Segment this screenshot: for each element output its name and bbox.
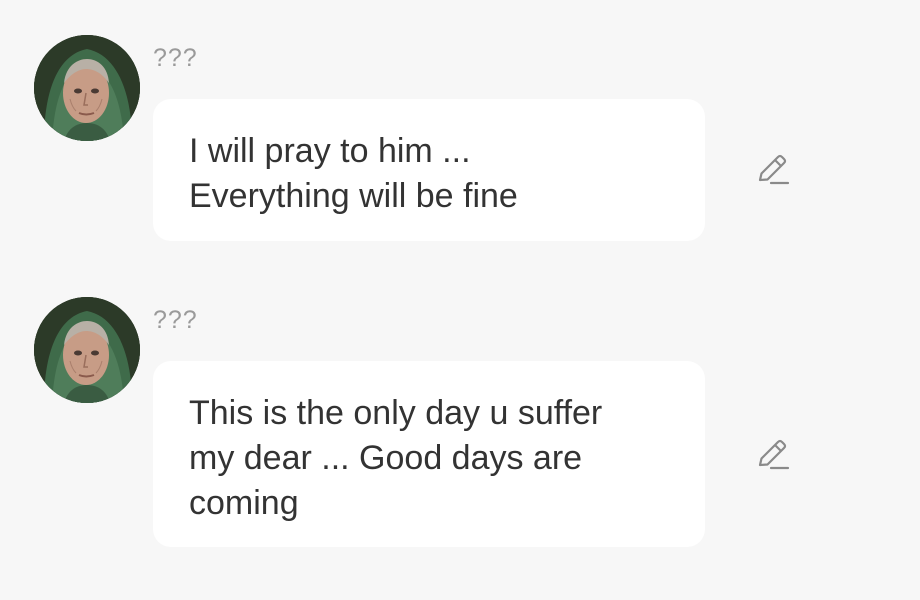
message-row: ??? This is the only day u suffer my dea… [0, 262, 920, 562]
avatar-portrait-image [34, 297, 140, 403]
message-bubble[interactable]: I will pray to him ... Everything will b… [153, 99, 705, 241]
edit-message-button[interactable] [753, 151, 793, 191]
sender-name: ??? [153, 306, 198, 334]
message-text: I will pray to him ... Everything will b… [189, 132, 518, 215]
avatar[interactable] [34, 35, 140, 141]
sender-name: ??? [153, 44, 198, 72]
avatar-portrait-image [34, 35, 140, 141]
message-text: This is the only day u suffer my dear ..… [189, 394, 603, 522]
pencil-icon [758, 154, 790, 185]
message-bubble[interactable]: This is the only day u suffer my dear ..… [153, 361, 705, 547]
message-row: ??? I will pray to him ... Everything wi… [0, 0, 920, 260]
edit-message-button[interactable] [753, 436, 793, 476]
chat-conversation: ??? I will pray to him ... Everything wi… [0, 0, 920, 600]
avatar[interactable] [34, 297, 140, 403]
pencil-icon [758, 439, 790, 470]
